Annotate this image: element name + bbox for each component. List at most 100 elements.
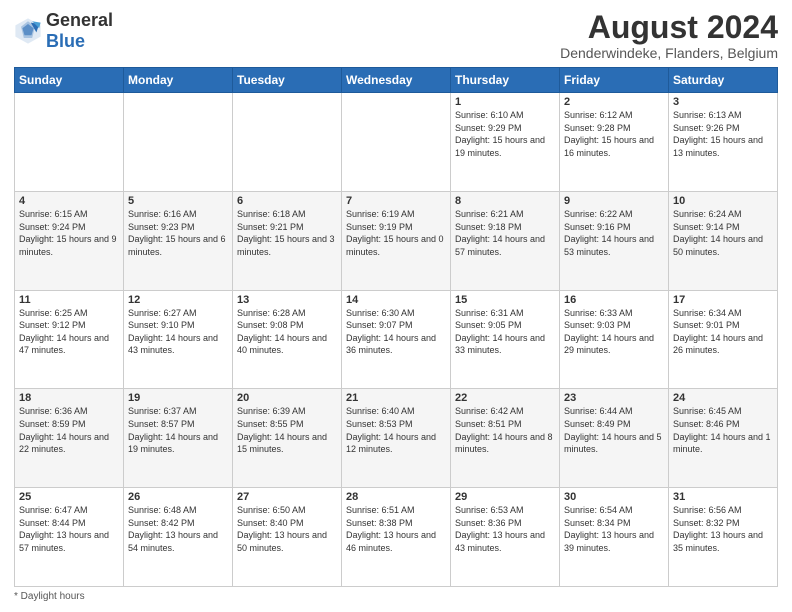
- day-number: 28: [346, 491, 446, 503]
- day-info: Sunrise: 6:44 AM Sunset: 8:49 PM Dayligh…: [564, 405, 664, 455]
- table-row: 8Sunrise: 6:21 AM Sunset: 9:18 PM Daylig…: [451, 191, 560, 290]
- day-info: Sunrise: 6:30 AM Sunset: 9:07 PM Dayligh…: [346, 307, 446, 357]
- day-info: Sunrise: 6:21 AM Sunset: 9:18 PM Dayligh…: [455, 208, 555, 258]
- day-info: Sunrise: 6:50 AM Sunset: 8:40 PM Dayligh…: [237, 504, 337, 554]
- calendar-header-row: Sunday Monday Tuesday Wednesday Thursday…: [15, 68, 778, 93]
- table-row: 16Sunrise: 6:33 AM Sunset: 9:03 PM Dayli…: [560, 290, 669, 389]
- day-number: 17: [673, 294, 773, 306]
- logo-wordmark: General Blue: [46, 10, 113, 52]
- col-saturday: Saturday: [669, 68, 778, 93]
- main-title: August 2024: [560, 10, 778, 45]
- day-info: Sunrise: 6:10 AM Sunset: 9:29 PM Dayligh…: [455, 109, 555, 159]
- table-row: [233, 93, 342, 192]
- table-row: 9Sunrise: 6:22 AM Sunset: 9:16 PM Daylig…: [560, 191, 669, 290]
- day-number: 22: [455, 392, 555, 404]
- col-thursday: Thursday: [451, 68, 560, 93]
- day-info: Sunrise: 6:37 AM Sunset: 8:57 PM Dayligh…: [128, 405, 228, 455]
- title-area: August 2024 Denderwindeke, Flanders, Bel…: [560, 10, 778, 61]
- calendar-week-row: 11Sunrise: 6:25 AM Sunset: 9:12 PM Dayli…: [15, 290, 778, 389]
- footer-note-text: Daylight hours: [21, 591, 85, 602]
- table-row: 19Sunrise: 6:37 AM Sunset: 8:57 PM Dayli…: [124, 389, 233, 488]
- table-row: 29Sunrise: 6:53 AM Sunset: 8:36 PM Dayli…: [451, 488, 560, 587]
- calendar-week-row: 1Sunrise: 6:10 AM Sunset: 9:29 PM Daylig…: [15, 93, 778, 192]
- day-number: 10: [673, 195, 773, 207]
- col-friday: Friday: [560, 68, 669, 93]
- day-info: Sunrise: 6:34 AM Sunset: 9:01 PM Dayligh…: [673, 307, 773, 357]
- day-number: 27: [237, 491, 337, 503]
- day-info: Sunrise: 6:28 AM Sunset: 9:08 PM Dayligh…: [237, 307, 337, 357]
- table-row: 3Sunrise: 6:13 AM Sunset: 9:26 PM Daylig…: [669, 93, 778, 192]
- day-info: Sunrise: 6:24 AM Sunset: 9:14 PM Dayligh…: [673, 208, 773, 258]
- day-info: Sunrise: 6:54 AM Sunset: 8:34 PM Dayligh…: [564, 504, 664, 554]
- day-number: 14: [346, 294, 446, 306]
- table-row: 21Sunrise: 6:40 AM Sunset: 8:53 PM Dayli…: [342, 389, 451, 488]
- day-number: 3: [673, 96, 773, 108]
- table-row: 1Sunrise: 6:10 AM Sunset: 9:29 PM Daylig…: [451, 93, 560, 192]
- table-row: 20Sunrise: 6:39 AM Sunset: 8:55 PM Dayli…: [233, 389, 342, 488]
- col-sunday: Sunday: [15, 68, 124, 93]
- table-row: 31Sunrise: 6:56 AM Sunset: 8:32 PM Dayli…: [669, 488, 778, 587]
- table-row: 23Sunrise: 6:44 AM Sunset: 8:49 PM Dayli…: [560, 389, 669, 488]
- day-number: 20: [237, 392, 337, 404]
- logo-general: General: [46, 10, 113, 30]
- table-row: [124, 93, 233, 192]
- table-row: 30Sunrise: 6:54 AM Sunset: 8:34 PM Dayli…: [560, 488, 669, 587]
- table-row: 22Sunrise: 6:42 AM Sunset: 8:51 PM Dayli…: [451, 389, 560, 488]
- day-number: 16: [564, 294, 664, 306]
- day-number: 24: [673, 392, 773, 404]
- day-info: Sunrise: 6:48 AM Sunset: 8:42 PM Dayligh…: [128, 504, 228, 554]
- table-row: 13Sunrise: 6:28 AM Sunset: 9:08 PM Dayli…: [233, 290, 342, 389]
- day-info: Sunrise: 6:18 AM Sunset: 9:21 PM Dayligh…: [237, 208, 337, 258]
- day-info: Sunrise: 6:47 AM Sunset: 8:44 PM Dayligh…: [19, 504, 119, 554]
- day-info: Sunrise: 6:22 AM Sunset: 9:16 PM Dayligh…: [564, 208, 664, 258]
- day-number: 7: [346, 195, 446, 207]
- day-info: Sunrise: 6:45 AM Sunset: 8:46 PM Dayligh…: [673, 405, 773, 455]
- table-row: 4Sunrise: 6:15 AM Sunset: 9:24 PM Daylig…: [15, 191, 124, 290]
- calendar-week-row: 18Sunrise: 6:36 AM Sunset: 8:59 PM Dayli…: [15, 389, 778, 488]
- table-row: 18Sunrise: 6:36 AM Sunset: 8:59 PM Dayli…: [15, 389, 124, 488]
- header: General Blue August 2024 Denderwindeke, …: [14, 10, 778, 61]
- day-info: Sunrise: 6:27 AM Sunset: 9:10 PM Dayligh…: [128, 307, 228, 357]
- day-number: 9: [564, 195, 664, 207]
- day-number: 23: [564, 392, 664, 404]
- col-tuesday: Tuesday: [233, 68, 342, 93]
- day-info: Sunrise: 6:31 AM Sunset: 9:05 PM Dayligh…: [455, 307, 555, 357]
- calendar-week-row: 25Sunrise: 6:47 AM Sunset: 8:44 PM Dayli…: [15, 488, 778, 587]
- table-row: 28Sunrise: 6:51 AM Sunset: 8:38 PM Dayli…: [342, 488, 451, 587]
- day-info: Sunrise: 6:51 AM Sunset: 8:38 PM Dayligh…: [346, 504, 446, 554]
- day-number: 5: [128, 195, 228, 207]
- table-row: 24Sunrise: 6:45 AM Sunset: 8:46 PM Dayli…: [669, 389, 778, 488]
- logo-blue: Blue: [46, 31, 85, 51]
- day-number: 6: [237, 195, 337, 207]
- subtitle: Denderwindeke, Flanders, Belgium: [560, 45, 778, 61]
- col-monday: Monday: [124, 68, 233, 93]
- day-number: 18: [19, 392, 119, 404]
- day-number: 1: [455, 96, 555, 108]
- day-info: Sunrise: 6:19 AM Sunset: 9:19 PM Dayligh…: [346, 208, 446, 258]
- day-info: Sunrise: 6:56 AM Sunset: 8:32 PM Dayligh…: [673, 504, 773, 554]
- table-row: 2Sunrise: 6:12 AM Sunset: 9:28 PM Daylig…: [560, 93, 669, 192]
- table-row: 7Sunrise: 6:19 AM Sunset: 9:19 PM Daylig…: [342, 191, 451, 290]
- day-info: Sunrise: 6:40 AM Sunset: 8:53 PM Dayligh…: [346, 405, 446, 455]
- calendar-table: Sunday Monday Tuesday Wednesday Thursday…: [14, 67, 778, 587]
- day-info: Sunrise: 6:12 AM Sunset: 9:28 PM Dayligh…: [564, 109, 664, 159]
- day-number: 8: [455, 195, 555, 207]
- table-row: 5Sunrise: 6:16 AM Sunset: 9:23 PM Daylig…: [124, 191, 233, 290]
- table-row: 12Sunrise: 6:27 AM Sunset: 9:10 PM Dayli…: [124, 290, 233, 389]
- day-number: 4: [19, 195, 119, 207]
- table-row: 11Sunrise: 6:25 AM Sunset: 9:12 PM Dayli…: [15, 290, 124, 389]
- table-row: 26Sunrise: 6:48 AM Sunset: 8:42 PM Dayli…: [124, 488, 233, 587]
- col-wednesday: Wednesday: [342, 68, 451, 93]
- day-info: Sunrise: 6:36 AM Sunset: 8:59 PM Dayligh…: [19, 405, 119, 455]
- day-number: 11: [19, 294, 119, 306]
- day-info: Sunrise: 6:15 AM Sunset: 9:24 PM Dayligh…: [19, 208, 119, 258]
- calendar-week-row: 4Sunrise: 6:15 AM Sunset: 9:24 PM Daylig…: [15, 191, 778, 290]
- day-info: Sunrise: 6:53 AM Sunset: 8:36 PM Dayligh…: [455, 504, 555, 554]
- day-number: 26: [128, 491, 228, 503]
- day-number: 12: [128, 294, 228, 306]
- table-row: 25Sunrise: 6:47 AM Sunset: 8:44 PM Dayli…: [15, 488, 124, 587]
- day-info: Sunrise: 6:33 AM Sunset: 9:03 PM Dayligh…: [564, 307, 664, 357]
- day-info: Sunrise: 6:42 AM Sunset: 8:51 PM Dayligh…: [455, 405, 555, 455]
- day-number: 21: [346, 392, 446, 404]
- table-row: [15, 93, 124, 192]
